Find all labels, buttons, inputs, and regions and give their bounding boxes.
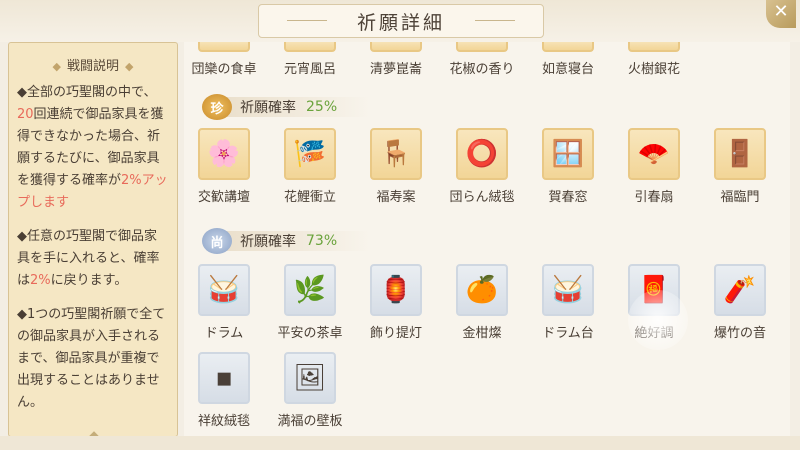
list-item[interactable]: 🥁 ドラム台	[528, 264, 608, 341]
rate-label: 祈願確率	[240, 234, 296, 250]
list-item[interactable]: 花椒の香り	[442, 42, 522, 77]
item-name: 祥紋絨毯	[197, 414, 250, 429]
rare-badge-icon: 珍	[202, 94, 232, 120]
item-name: 団らん絨毯	[449, 190, 515, 205]
item-thumbnail: ⭕	[456, 128, 508, 180]
item-name: 花椒の香り	[449, 62, 515, 77]
list-item[interactable]: 🎏 花鯉衝立	[270, 128, 350, 205]
list-item[interactable]: 🖼 満福の壁板	[270, 352, 350, 429]
item-name: ドラム	[204, 326, 244, 341]
list-item[interactable]: 🌿 平安の茶卓	[270, 264, 350, 341]
list-item[interactable]: 🌸 交歓講壇	[184, 128, 264, 205]
item-name: 満福の壁板	[277, 414, 343, 429]
item-name: 引春扇	[634, 190, 674, 205]
list-item[interactable]: 🥁 ドラム	[184, 264, 264, 341]
diamond-icon: ◆	[52, 60, 61, 73]
item-thumbnail: 🧧	[628, 264, 680, 316]
list-item[interactable]: 団欒の食卓	[184, 42, 264, 77]
list-item[interactable]: 🪭 引春扇	[614, 128, 694, 205]
item-thumbnail: 🪑	[370, 128, 422, 180]
close-button[interactable]: ✕	[766, 0, 796, 28]
list-item[interactable]: 🪟 賀春窓	[528, 128, 608, 205]
item-thumbnail: ▪	[198, 352, 250, 404]
rate-value: 25%	[306, 99, 338, 115]
item-name: 花鯉衝立	[283, 190, 336, 205]
item-name: 元宵風呂	[283, 62, 336, 77]
item-thumbnail	[542, 42, 594, 52]
item-thumbnail: 🏮	[370, 264, 422, 316]
item-name: 賀春窓	[548, 190, 588, 205]
text-segment: に戻ります。	[50, 273, 128, 288]
rare-rate-header: 珍 祈願確率 25%	[202, 94, 370, 120]
item-list-panel[interactable]: 団欒の食卓 元宵風呂 清夢崑崙 花椒の香り 如意寝台 火樹銀花 珍 祈願確率 2…	[184, 42, 790, 437]
rate-label: 祈願確率	[240, 100, 296, 116]
list-item[interactable]: ▪ 祥紋絨毯	[184, 352, 264, 429]
highlight-count: 20	[17, 107, 34, 122]
item-thumbnail: 🥁	[198, 264, 250, 316]
list-item[interactable]: 🏮 飾り提灯	[356, 264, 436, 341]
list-item[interactable]: 🧧 絶好調	[614, 264, 694, 341]
item-thumbnail: 🖼	[284, 352, 336, 404]
item-name: 福寿案	[376, 190, 416, 205]
item-name: 団欒の食卓	[191, 62, 257, 77]
item-thumbnail: 🎏	[284, 128, 336, 180]
common-badge-icon: 尚	[202, 228, 232, 254]
list-item[interactable]: 🧨 爆竹の音	[700, 264, 780, 341]
list-item[interactable]: ⭕ 団らん絨毯	[442, 128, 522, 205]
list-item[interactable]: 元宵風呂	[270, 42, 350, 77]
item-thumbnail	[456, 42, 508, 52]
list-item[interactable]: 如意寝台	[528, 42, 608, 77]
item-name: 清夢崑崙	[369, 62, 422, 77]
item-thumbnail: 🥁	[542, 264, 594, 316]
item-thumbnail: 🚪	[714, 128, 766, 180]
page-title: 祈願詳細	[258, 4, 544, 38]
item-thumbnail: 🌿	[284, 264, 336, 316]
list-item[interactable]: 🪑 福寿案	[356, 128, 436, 205]
item-thumbnail: 🌸	[198, 128, 250, 180]
explanation-paragraph-2: ◆任意の巧聖閣で御品家具を手に入れると、確率は2%に戻ります。	[17, 226, 169, 292]
item-name: 飾り提灯	[369, 326, 422, 341]
diamond-icon: ◆	[125, 60, 134, 73]
rate-value: 73%	[306, 233, 338, 249]
bottom-band	[0, 436, 800, 450]
item-name: 平安の茶卓	[277, 326, 343, 341]
highlight-rate: 2%	[30, 273, 51, 288]
explanation-title: 戦闘説明	[66, 59, 119, 74]
text-segment: ◆全部の巧聖閣の中で、	[17, 85, 157, 100]
item-thumbnail: 🍊	[456, 264, 508, 316]
item-name: 爆竹の音	[713, 326, 766, 341]
item-name: 如意寝台	[541, 62, 594, 77]
item-thumbnail	[284, 42, 336, 52]
explanation-paragraph-3: ◆1つの巧聖閣祈願で全ての御品家具が入手されるまで、御品家具が重複で出現すること…	[17, 307, 166, 410]
item-thumbnail	[628, 42, 680, 52]
list-item[interactable]: 🍊 金柑燦	[442, 264, 522, 341]
item-name: 福臨門	[720, 190, 760, 205]
common-rate-header: 尚 祈願確率 73%	[202, 228, 370, 254]
explanation-panel: ◆ 戦闘説明 ◆ ◆全部の巧聖閣の中で、20回連続で御品家具を獲得できなかった場合、…	[8, 42, 178, 442]
item-thumbnail	[370, 42, 422, 52]
list-item[interactable]: 火樹銀花	[614, 42, 694, 77]
list-item[interactable]: 清夢崑崙	[356, 42, 436, 77]
item-thumbnail: 🪟	[542, 128, 594, 180]
item-name: 交歓講壇	[197, 190, 250, 205]
explanation-header: ◆ 戦闘説明 ◆	[17, 55, 169, 74]
item-name: ドラム台	[542, 326, 594, 341]
list-item[interactable]: 🚪 福臨門	[700, 128, 780, 205]
item-name: 絶好調	[634, 326, 674, 341]
item-name: 火樹銀花	[627, 62, 680, 77]
explanation-paragraph-1: ◆全部の巧聖閣の中で、20回連続で御品家具を獲得できなかった場合、祈願するたびに…	[17, 82, 169, 214]
item-thumbnail: 🧨	[714, 264, 766, 316]
explanation-text: ◆全部の巧聖閣の中で、20回連続で御品家具を獲得できなかった場合、祈願するたびに…	[17, 82, 169, 414]
item-name: 金柑燦	[462, 326, 502, 341]
item-thumbnail	[198, 42, 250, 52]
item-thumbnail: 🪭	[628, 128, 680, 180]
